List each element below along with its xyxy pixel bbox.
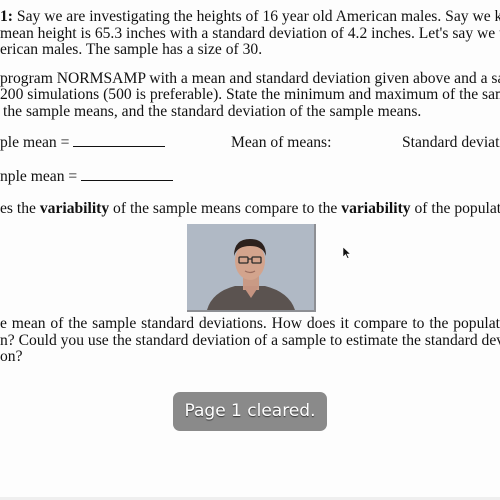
mouse-cursor-icon [343, 247, 351, 259]
paragraph-1-line-2: mean height is 65.3 inches with a standa… [0, 25, 500, 42]
presenter-video[interactable] [187, 224, 316, 312]
paragraph-3-line-3: on? [0, 348, 23, 365]
mean-of-means-label: Mean of means: [231, 134, 332, 151]
paragraph-1-line-3: erican males. The sample has a size of 3… [0, 41, 263, 58]
max-label: nple mean = [0, 168, 78, 185]
max-sample-mean-row: nple mean = [0, 168, 174, 185]
problem-label: 1: [0, 8, 13, 25]
paragraph-2-line-1: program NORMSAMP with a mean and standar… [0, 70, 500, 87]
min-answer-blank[interactable] [73, 134, 166, 147]
min-sample-mean-row: ple mean = [0, 134, 166, 151]
paragraph-2-line-3: the sample means, and the standard devia… [3, 103, 422, 120]
std-dev-label: Standard deviatio [402, 134, 500, 151]
variability-question: es the variability of the sample means c… [0, 200, 500, 217]
min-label: ple mean = [0, 134, 70, 151]
paragraph-2-line-2: 200 simulations (500 is preferable). Sta… [0, 86, 500, 103]
paragraph-1-line-1: 1: Say we are investigating the heights … [0, 8, 500, 25]
page-cleared-toast: Page 1 cleared. [173, 392, 327, 431]
paragraph-3-line-2: n? Could you use the standard deviation … [0, 332, 500, 349]
max-answer-blank[interactable] [81, 168, 174, 181]
paragraph-3-line-1: e mean of the sample standard deviations… [0, 315, 500, 332]
presenter-figure [187, 224, 314, 310]
